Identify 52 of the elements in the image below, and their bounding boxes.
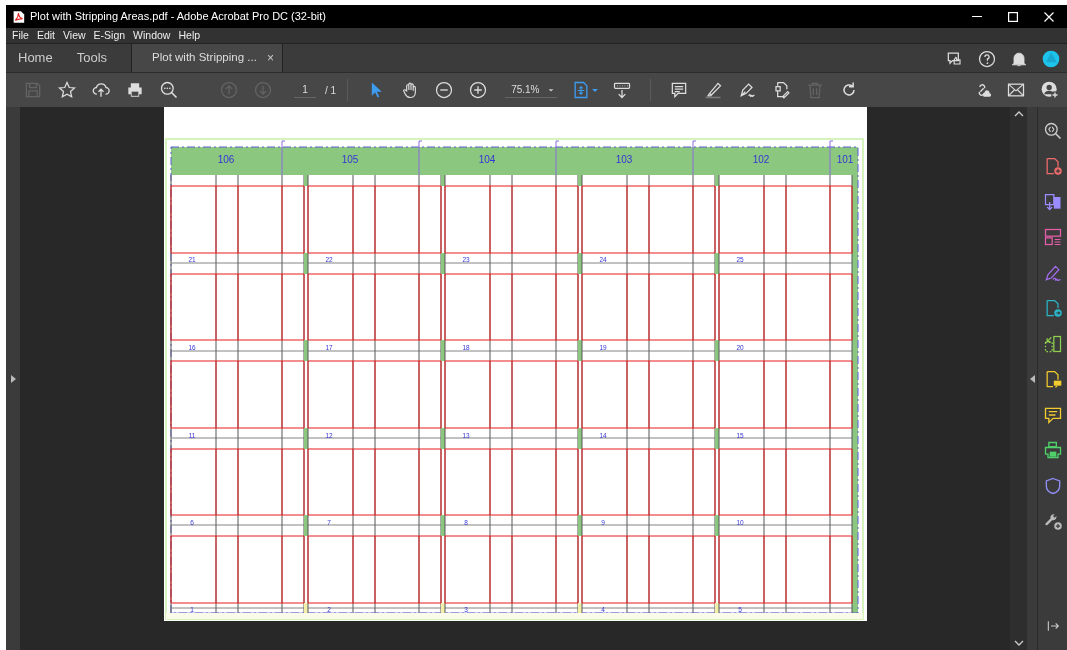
minus-circle-icon xyxy=(434,80,455,100)
cloud-upload-icon xyxy=(91,80,111,100)
window-title: Plot with Stripping Areas.pdf - Adobe Acrobat Pro DC (32-bit) xyxy=(30,9,326,25)
scrollbar[interactable] xyxy=(1010,107,1027,650)
tab[interactable]: Home xyxy=(6,44,65,72)
combine-files-icon xyxy=(1042,191,1063,212)
close-icon xyxy=(1044,11,1054,22)
menu-item[interactable]: E-Sign xyxy=(89,27,130,44)
tab[interactable]: Tools xyxy=(64,44,120,72)
column-label: 102 xyxy=(752,154,770,165)
column-label: 103 xyxy=(615,154,633,165)
arrow-down-circle-icon xyxy=(253,80,273,100)
menu-item[interactable]: Window xyxy=(129,27,175,44)
menu-item[interactable]: View xyxy=(59,27,90,44)
search-document-icon xyxy=(1042,120,1063,141)
collapse-panel-icon xyxy=(1029,374,1035,383)
scroll-down-icon xyxy=(1013,639,1024,647)
close-tab-icon[interactable]: × xyxy=(266,49,274,67)
fill-sign-icon xyxy=(1042,262,1063,283)
print-icon xyxy=(125,80,145,100)
arrow-up-circle-icon xyxy=(219,80,239,100)
save-icon xyxy=(23,80,43,100)
scroll-mode-icon xyxy=(612,80,633,100)
page-count: / 1 xyxy=(325,83,337,98)
menu-item[interactable]: Help xyxy=(174,27,205,44)
zoom-field[interactable]: 75.1% xyxy=(505,82,558,98)
organize-pages-icon xyxy=(1042,227,1063,248)
column-label: 104 xyxy=(478,154,496,165)
star-icon xyxy=(57,80,77,100)
print-production-icon xyxy=(1042,440,1063,461)
highlighter-icon xyxy=(703,80,724,100)
column-label: 105 xyxy=(341,154,359,165)
expand-panel-icon xyxy=(10,374,16,383)
wrench-plus-icon xyxy=(1042,511,1063,532)
pdf-icon xyxy=(12,10,25,25)
tab[interactable]: Plot with Stripping ... × xyxy=(131,44,283,72)
pen-sign-icon xyxy=(737,80,758,100)
minimize-icon xyxy=(972,15,982,18)
avatar-icon xyxy=(1041,49,1061,69)
page-number-field[interactable]: 1 xyxy=(294,82,316,98)
maximize-icon xyxy=(1008,11,1018,22)
search-icon xyxy=(159,80,179,100)
menu-item[interactable]: Edit xyxy=(32,27,59,44)
plus-circle-icon xyxy=(468,80,489,100)
column-label: 101 xyxy=(836,154,854,165)
caret-icon xyxy=(591,86,600,94)
scroll-up-icon xyxy=(1013,110,1024,118)
help-icon xyxy=(977,49,997,69)
user-add-icon xyxy=(1040,80,1060,100)
column-label: 106 xyxy=(217,154,235,165)
compress-pages-icon xyxy=(1042,333,1063,354)
menu-item[interactable]: File xyxy=(8,27,33,44)
